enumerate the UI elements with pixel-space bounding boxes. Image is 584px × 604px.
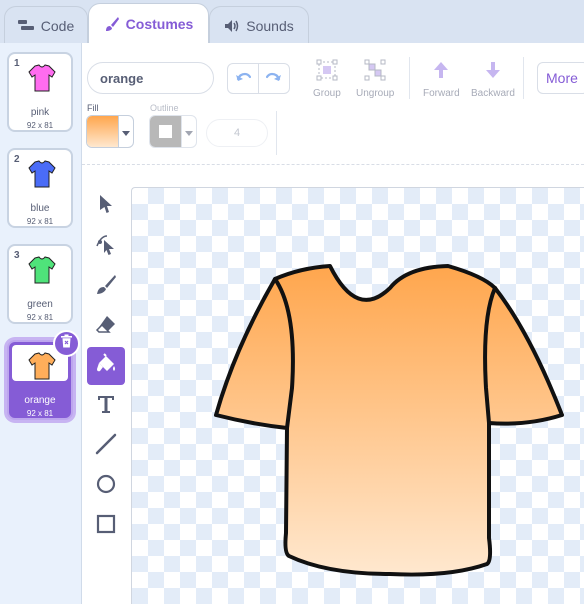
paint-editor: Group Ungroup Forward Backward More Fill…	[82, 43, 584, 604]
arrow-up-icon	[430, 59, 452, 84]
group-label: Group	[313, 88, 341, 99]
outline-width-input[interactable]: 4	[206, 119, 268, 147]
select-icon	[97, 194, 115, 219]
ungroup-button[interactable]: Ungroup	[356, 59, 394, 99]
costume-name: orange	[24, 395, 56, 406]
tshirt-thumbnail	[28, 256, 56, 284]
tab-code[interactable]: Code	[4, 6, 88, 44]
tab-sounds-label: Sounds	[246, 17, 294, 34]
rectangle-icon	[95, 513, 117, 540]
outline-swatch	[150, 116, 181, 147]
tab-costumes[interactable]: Costumes	[88, 3, 209, 44]
brush-icon	[104, 16, 120, 32]
caret-down-icon	[122, 123, 130, 141]
code-icon	[17, 19, 35, 32]
tshirt-thumbnail	[28, 160, 56, 188]
toolbar-divider	[82, 164, 584, 165]
tshirt-costume-drawing	[214, 264, 564, 577]
brush-tool[interactable]	[87, 267, 125, 305]
costume-size: 92 x 81	[26, 409, 54, 418]
costume-list: 1 pink 92 x 81 2 blue 92 x 81 3 green 92…	[0, 43, 82, 604]
tab-costumes-label: Costumes	[125, 16, 194, 32]
line-tool[interactable]	[87, 427, 125, 465]
more-button[interactable]: More	[537, 62, 584, 94]
circle-icon	[95, 473, 117, 500]
caret-down-icon	[185, 123, 193, 141]
paint-canvas[interactable]	[131, 187, 584, 604]
more-label: More	[546, 70, 578, 86]
fill-label: Fill	[87, 103, 99, 113]
undo-button[interactable]	[228, 64, 258, 93]
costume-item-green[interactable]: 3 green 92 x 81	[7, 244, 73, 324]
costume-number: 3	[14, 250, 20, 261]
redo-button[interactable]	[258, 64, 289, 93]
undo-redo-group	[227, 63, 290, 94]
tshirt-thumbnail	[28, 352, 56, 380]
group-icon	[316, 59, 338, 84]
rectangle-tool[interactable]	[87, 507, 125, 545]
costume-size: 92 x 81	[26, 313, 54, 322]
costume-name: blue	[30, 203, 50, 214]
select-tool[interactable]	[87, 187, 125, 225]
costume-item-blue[interactable]: 2 blue 92 x 81	[7, 148, 73, 228]
delete-costume-button[interactable]	[53, 330, 80, 357]
toolbar-divider	[409, 57, 410, 99]
costume-number: 2	[14, 154, 20, 165]
costume-size: 92 x 81	[26, 217, 54, 226]
fill-swatch	[87, 116, 118, 147]
circle-tool[interactable]	[87, 467, 125, 505]
arrow-down-icon	[482, 59, 504, 84]
outline-color-picker[interactable]	[149, 115, 197, 148]
editor-tabs: Code Costumes Sounds	[0, 0, 584, 44]
ungroup-label: Ungroup	[356, 88, 395, 99]
toolbar-divider	[523, 57, 524, 99]
trash-icon	[60, 334, 73, 353]
brush-icon	[95, 273, 117, 300]
speaker-icon	[224, 19, 240, 33]
forward-label: Forward	[423, 88, 460, 99]
outline-label: Outline	[150, 103, 179, 113]
costume-number: 1	[14, 58, 20, 69]
tshirt-thumbnail	[28, 64, 56, 92]
backward-button[interactable]: Backward	[471, 59, 515, 99]
reshape-icon	[95, 233, 117, 260]
text-tool[interactable]	[87, 387, 125, 425]
reshape-tool[interactable]	[87, 227, 125, 265]
costume-name: pink	[30, 107, 50, 118]
costume-name: green	[27, 299, 53, 310]
group-button[interactable]: Group	[313, 59, 341, 99]
fill-icon	[94, 352, 118, 381]
costume-number: 4	[14, 346, 20, 357]
costume-name-input[interactable]	[87, 62, 214, 94]
fill-dropdown-arrow	[118, 116, 133, 147]
costume-size: 92 x 81	[26, 121, 54, 130]
fill-color-picker[interactable]	[86, 115, 134, 148]
fill-tool[interactable]	[87, 347, 125, 385]
costume-item-pink[interactable]: 1 pink 92 x 81	[7, 52, 73, 132]
ungroup-icon	[364, 59, 386, 84]
tab-sounds[interactable]: Sounds	[209, 6, 309, 44]
forward-button[interactable]: Forward	[423, 59, 460, 99]
backward-label: Backward	[471, 88, 515, 99]
outline-dropdown-arrow	[181, 116, 196, 147]
text-icon	[96, 394, 116, 419]
eraser-icon	[95, 313, 117, 340]
tab-code-label: Code	[40, 17, 75, 34]
toolbar-divider	[276, 111, 277, 155]
eraser-tool[interactable]	[87, 307, 125, 345]
line-icon	[95, 433, 117, 460]
undo-icon	[235, 70, 252, 88]
redo-icon	[265, 70, 282, 88]
